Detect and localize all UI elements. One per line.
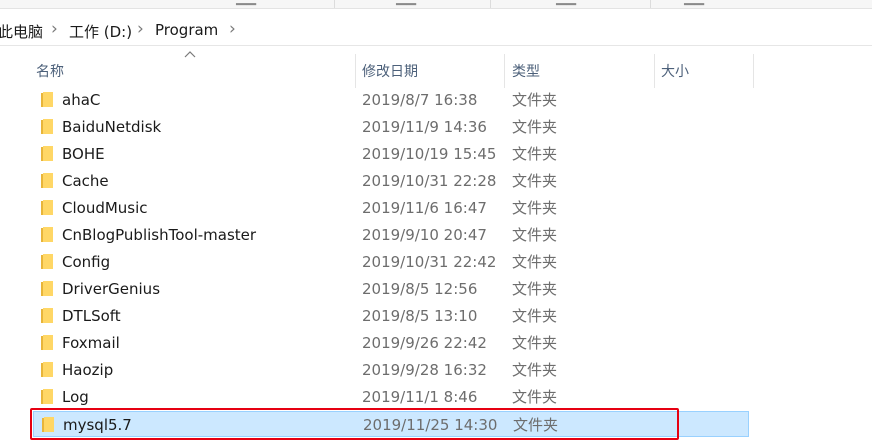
chevron-right-icon[interactable]: › (137, 19, 144, 39)
chevron-right-icon[interactable]: › (229, 19, 236, 39)
breadcrumb-this-pc[interactable]: 此电脑 (0, 21, 43, 42)
file-name: CloudMusic (62, 199, 148, 217)
file-type: 文件夹 (512, 226, 558, 244)
folder-icon (41, 308, 53, 323)
file-modified-date: 2019/9/10 20:47 (362, 226, 487, 244)
folder-icon (41, 281, 53, 296)
file-type: 文件夹 (512, 361, 558, 379)
chevron-right-icon[interactable]: › (51, 19, 58, 39)
file-modified-date: 2019/11/1 8:46 (362, 388, 478, 406)
folder-icon (41, 335, 53, 350)
folder-icon (41, 254, 53, 269)
folder-icon (41, 200, 53, 215)
file-type: 文件夹 (512, 172, 558, 190)
file-row[interactable]: DTLSoft 2019/8/5 13:10 文件夹 (33, 303, 749, 329)
file-name: Log (62, 388, 89, 406)
file-name: ahaC (62, 91, 101, 109)
file-name: DriverGenius (62, 280, 161, 298)
file-row[interactable]: Cache 2019/10/31 22:28 文件夹 (33, 168, 749, 194)
column-divider[interactable] (753, 54, 754, 88)
file-row[interactable]: CnBlogPublishTool-master 2019/9/10 20:47 文… (33, 222, 749, 248)
file-name: BOHE (62, 145, 105, 163)
folder-icon (41, 173, 53, 188)
file-type: 文件夹 (512, 253, 558, 271)
file-type: 文件夹 (512, 145, 558, 163)
breadcrumb-drive-d[interactable]: 工作 (D:) (69, 21, 132, 42)
ribbon-divider (490, 0, 491, 8)
column-divider[interactable] (504, 54, 505, 88)
file-row[interactable]: Foxmail 2019/9/26 22:42 文件夹 (33, 330, 749, 356)
file-name: DTLSoft (62, 307, 121, 325)
file-name: Foxmail (62, 334, 120, 352)
folder-icon (41, 362, 53, 377)
column-divider[interactable] (355, 54, 356, 88)
column-divider[interactable] (654, 54, 655, 88)
file-modified-date: 2019/9/26 22:42 (362, 334, 487, 352)
ribbon-divider (650, 0, 651, 8)
ribbon-strip: ▁▁ ▁▁ ▁▁ ▁▁ (0, 0, 872, 9)
file-modified-date: 2019/9/28 16:32 (362, 361, 487, 379)
file-modified-date: 2019/10/19 15:45 (362, 145, 497, 163)
file-type: 文件夹 (512, 280, 558, 298)
file-row[interactable]: BOHE 2019/10/19 15:45 文件夹 (33, 141, 749, 167)
ribbon-divider (334, 0, 335, 8)
file-type: 文件夹 (512, 91, 558, 109)
column-header-type[interactable]: 类型 (512, 59, 540, 85)
file-name: Config (62, 253, 111, 271)
folder-icon (41, 92, 53, 107)
file-type: 文件夹 (512, 307, 558, 325)
file-row[interactable]: Config 2019/10/31 22:42 文件夹 (33, 249, 749, 275)
file-modified-date: 2019/11/9 14:36 (362, 118, 487, 136)
file-row[interactable]: DriverGenius 2019/8/5 12:56 文件夹 (33, 276, 749, 302)
folder-icon (41, 119, 53, 134)
file-name: BaiduNetdisk (62, 118, 162, 136)
file-row[interactable]: Log 2019/11/1 8:46 文件夹 (33, 384, 749, 410)
folder-icon (41, 146, 53, 161)
highlight-annotation (30, 408, 679, 440)
file-type: 文件夹 (512, 199, 558, 217)
file-row[interactable]: BaiduNetdisk 2019/11/9 14:36 文件夹 (33, 114, 749, 140)
sort-ascending-icon (184, 51, 196, 58)
file-modified-date: 2019/8/7 16:38 (362, 91, 478, 109)
folder-icon (41, 227, 53, 242)
column-header-name[interactable]: 名称 (36, 59, 64, 85)
ribbon-button-fragment[interactable]: ▁▁ (556, 0, 576, 6)
ribbon-button-fragment[interactable]: ▁▁ (684, 0, 704, 6)
file-modified-date: 2019/8/5 13:10 (362, 307, 478, 325)
file-type: 文件夹 (512, 334, 558, 352)
file-row[interactable]: ahaC 2019/8/7 16:38 文件夹 (33, 87, 749, 113)
column-header-size[interactable]: 大小 (661, 59, 689, 85)
file-modified-date: 2019/11/6 16:47 (362, 199, 487, 217)
file-name: CnBlogPublishTool-master (62, 226, 257, 244)
address-bar[interactable]: 此电脑 › 工作 (D:) › Program › (0, 16, 872, 46)
folder-icon (41, 389, 53, 404)
file-modified-date: 2019/10/31 22:28 (362, 172, 497, 190)
file-name: Cache (62, 172, 109, 190)
breadcrumb-program[interactable]: Program (155, 21, 218, 39)
file-name: Haozip (62, 361, 114, 379)
file-row[interactable]: CloudMusic 2019/11/6 16:47 文件夹 (33, 195, 749, 221)
ribbon-button-fragment[interactable]: ▁▁ (396, 0, 416, 6)
ribbon-button-fragment[interactable]: ▁▁ (236, 0, 256, 6)
file-row[interactable]: Haozip 2019/9/28 16:32 文件夹 (33, 357, 749, 383)
file-modified-date: 2019/10/31 22:42 (362, 253, 497, 271)
file-type: 文件夹 (512, 118, 558, 136)
file-type: 文件夹 (512, 388, 558, 406)
file-modified-date: 2019/8/5 12:56 (362, 280, 478, 298)
column-header-date[interactable]: 修改日期 (362, 59, 418, 85)
